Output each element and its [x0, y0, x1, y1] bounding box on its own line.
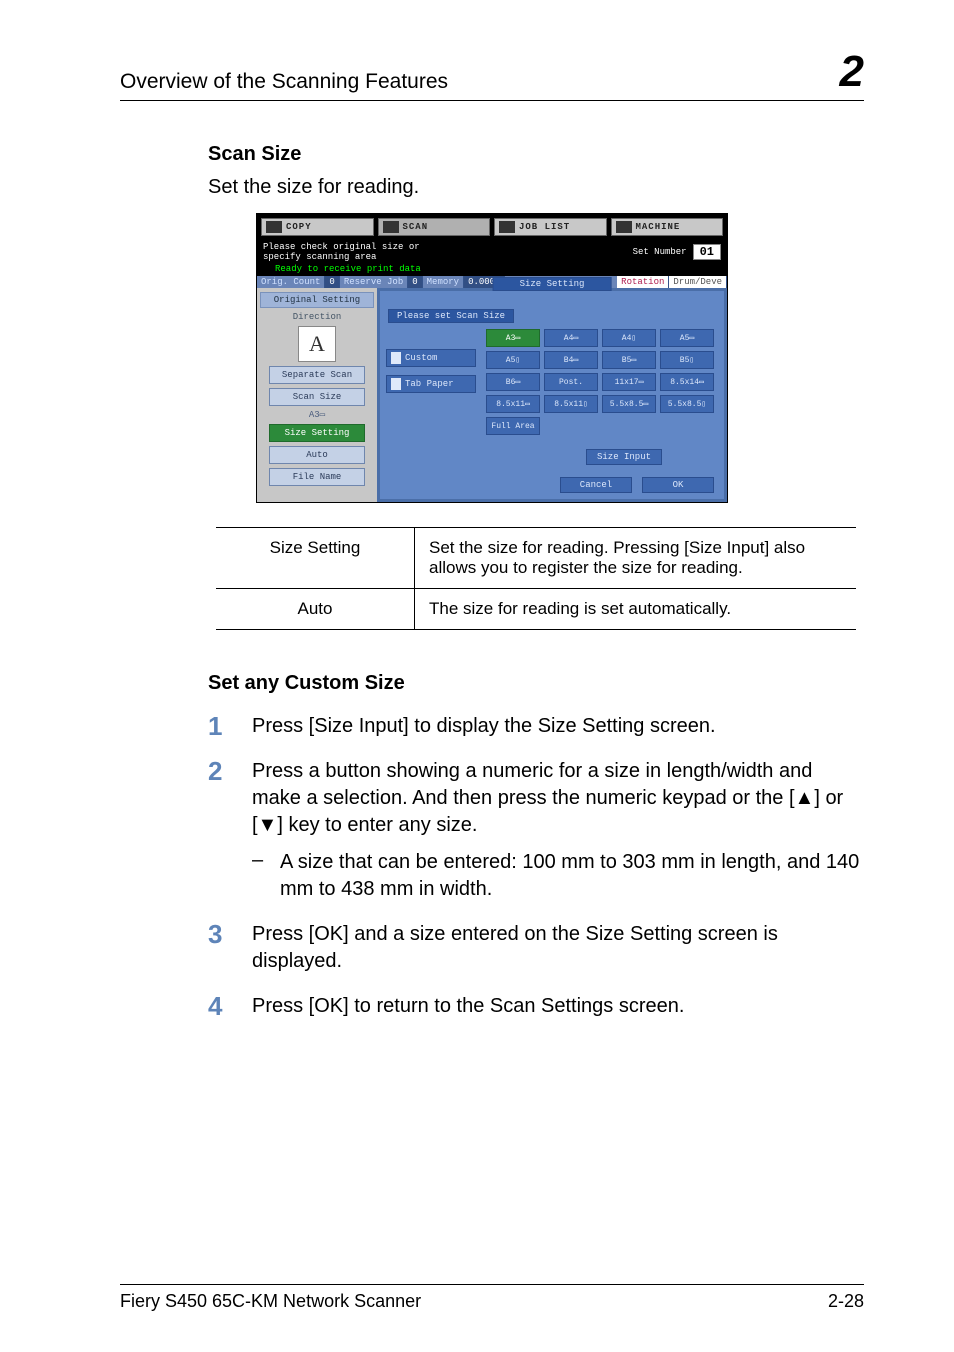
ready-line: Ready to receive print data: [275, 264, 421, 274]
original-setting-header: Original Setting: [260, 292, 374, 308]
size-85x14[interactable]: 8.5x14▭: [660, 373, 714, 391]
tab-copy-label: COPY: [286, 222, 312, 232]
size-b5p[interactable]: B5▯: [660, 351, 714, 369]
scan-size-button[interactable]: Scan Size: [269, 388, 365, 406]
size-input-button[interactable]: Size Input: [586, 449, 662, 465]
size-85x11l[interactable]: 8.5x11▭: [486, 395, 540, 413]
step-num-2: 2: [208, 758, 252, 839]
left-panel: Original Setting Direction A Separate Sc…: [257, 288, 377, 502]
size-setting-button[interactable]: Size Setting: [269, 424, 365, 442]
size-55x85l[interactable]: 5.5x8.5▭: [602, 395, 656, 413]
tab-machine-label: MACHINE: [636, 222, 681, 232]
opt-val-auto: The size for reading is set automaticall…: [415, 589, 857, 630]
step-2-sub: – A size that can be entered: 100 mm to …: [252, 849, 864, 903]
header-line2: specify scanning area: [263, 252, 420, 262]
step-num-1: 1: [208, 713, 252, 740]
ok-button[interactable]: OK: [642, 477, 714, 493]
custom-button[interactable]: Custom: [386, 349, 476, 367]
tab-machine[interactable]: MACHINE: [611, 218, 724, 236]
direction-label: Direction: [261, 312, 373, 322]
page-header: Overview of the Scanning Features 2: [120, 50, 864, 101]
step-num-4: 4: [208, 993, 252, 1020]
screenshot: COPY SCAN JOB LIST MACHINE Please check …: [120, 213, 864, 503]
joblist-icon: [499, 221, 515, 233]
step-2-text: Press a button showing a numeric for a s…: [252, 758, 864, 839]
heading-scan-size: Scan Size: [208, 143, 864, 166]
step-4-text: Press [OK] to return to the Scan Setting…: [252, 993, 864, 1020]
table-row: Size Setting Set the size for reading. P…: [216, 528, 856, 589]
panel-subtitle: Please set Scan Size: [388, 309, 514, 323]
size-55x85p[interactable]: 5.5x8.5▯: [660, 395, 714, 413]
custom-label: Custom: [405, 353, 437, 363]
header-line1: Please check original size or: [263, 242, 420, 252]
right-panel: Size Setting Please set Scan Size Custom…: [377, 288, 727, 502]
tab-paper-icon: [391, 378, 401, 390]
tab-joblist[interactable]: JOB LIST: [494, 218, 607, 236]
step-num-3: 3: [208, 921, 252, 975]
size-b5l[interactable]: B5▭: [602, 351, 656, 369]
size-85x11p[interactable]: 8.5x11▯: [544, 395, 598, 413]
drum-badge: Drum/Deve: [669, 276, 727, 288]
size-grid: A3▭ A4▭ A4▯ A5▭ A5▯ B4▭ B5▭ B5▯ B6▭ Po: [486, 329, 714, 435]
opt-val-size-setting: Set the size for reading. Pressing [Size…: [415, 528, 857, 589]
direction-button[interactable]: A: [298, 326, 336, 362]
memory-label: Memory: [423, 276, 464, 288]
file-name-button[interactable]: File Name: [269, 468, 365, 486]
options-table: Size Setting Set the size for reading. P…: [216, 527, 856, 630]
step-2-sub-text: A size that can be entered: 100 mm to 30…: [280, 849, 864, 903]
rotation-badge: Rotation: [617, 276, 669, 288]
size-11x17[interactable]: 11x17▭: [602, 373, 656, 391]
heading-custom-size: Set any Custom Size: [208, 672, 864, 695]
chapter-number: 2: [840, 50, 864, 94]
reserve-label: Reserve Job: [340, 276, 408, 288]
step-3: 3 Press [OK] and a size entered on the S…: [208, 921, 864, 975]
size-a4l[interactable]: A4▭: [544, 329, 598, 347]
tab-copy[interactable]: COPY: [261, 218, 374, 236]
set-number-value: 01: [693, 244, 721, 260]
copy-icon: [266, 221, 282, 233]
separate-scan-button[interactable]: Separate Scan: [269, 366, 365, 384]
size-a4p[interactable]: A4▯: [602, 329, 656, 347]
set-number-label: Set Number: [633, 247, 687, 257]
orig-count-label: Orig. Count: [257, 276, 325, 288]
full-area-button[interactable]: Full Area: [486, 417, 540, 435]
a3-indicator: A3▭: [270, 410, 364, 420]
scan-icon: [383, 221, 399, 233]
auto-button[interactable]: Auto: [269, 446, 365, 464]
size-a5l[interactable]: A5▭: [660, 329, 714, 347]
page-footer: Fiery S450 65C-KM Network Scanner 2-28: [120, 1284, 864, 1312]
step-1-text: Press [Size Input] to display the Size S…: [252, 713, 864, 740]
size-post[interactable]: Post.: [544, 373, 598, 391]
step-2: 2 Press a button showing a numeric for a…: [208, 758, 864, 839]
machine-icon: [616, 221, 632, 233]
orig-count-val: 0: [325, 276, 339, 288]
footer-page: 2-28: [828, 1291, 864, 1312]
opt-key-auto: Auto: [216, 589, 415, 630]
size-a3[interactable]: A3▭: [486, 329, 540, 347]
footer-left: Fiery S450 65C-KM Network Scanner: [120, 1291, 421, 1312]
bullet-dash: –: [252, 849, 280, 903]
reserve-val: 0: [408, 276, 422, 288]
custom-icon: [391, 352, 401, 364]
step-3-text: Press [OK] and a size entered on the Siz…: [252, 921, 864, 975]
tab-scan-label: SCAN: [403, 222, 429, 232]
size-b4[interactable]: B4▭: [544, 351, 598, 369]
size-a5p[interactable]: A5▯: [486, 351, 540, 369]
section-title: Overview of the Scanning Features: [120, 70, 448, 94]
size-b6[interactable]: B6▭: [486, 373, 540, 391]
step-4: 4 Press [OK] to return to the Scan Setti…: [208, 993, 864, 1020]
tab-scan[interactable]: SCAN: [378, 218, 491, 236]
cancel-button[interactable]: Cancel: [560, 477, 632, 493]
tab-paper-label: Tab Paper: [405, 379, 454, 389]
scan-size-intro: Set the size for reading.: [208, 176, 864, 199]
table-row: Auto The size for reading is set automat…: [216, 589, 856, 630]
panel-title: Size Setting: [493, 277, 612, 291]
tab-joblist-label: JOB LIST: [519, 222, 570, 232]
step-1: 1 Press [Size Input] to display the Size…: [208, 713, 864, 740]
tab-paper-button[interactable]: Tab Paper: [386, 375, 476, 393]
opt-key-size-setting: Size Setting: [216, 528, 415, 589]
